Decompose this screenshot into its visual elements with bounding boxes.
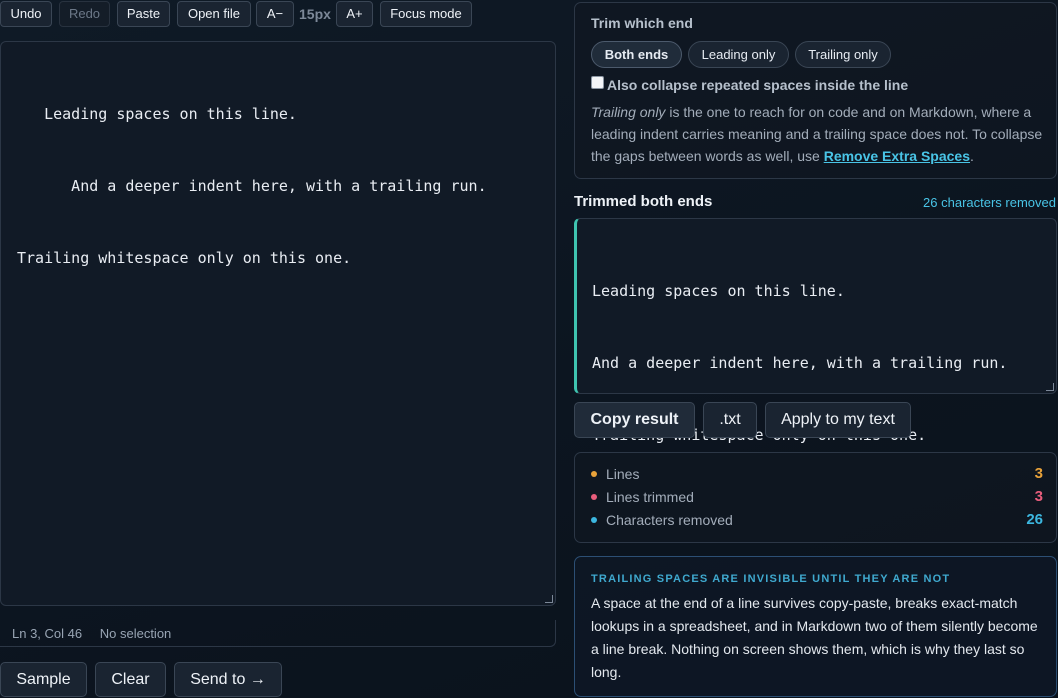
tip-body: A space at the end of a line survives co… (591, 595, 1038, 680)
resize-grip-icon[interactable] (1046, 383, 1054, 391)
text-editor[interactable]: Leading spaces on this line. And a deepe… (0, 41, 556, 606)
mode-both-ends-button[interactable]: Both ends (591, 41, 682, 68)
stat-value: 3 (1034, 488, 1043, 505)
result-title: Trimmed both ends (574, 193, 713, 210)
resize-grip-icon[interactable] (545, 595, 553, 603)
download-txt-button[interactable]: .txt (703, 402, 757, 438)
cursor-position: Ln 3, Col 46 (12, 626, 83, 641)
result-output[interactable]: Leading spaces on this line. And a deepe… (574, 218, 1057, 444)
stat-dot-icon (591, 517, 597, 523)
trim-options-description: Trailing only is the one to reach for on… (591, 101, 1051, 167)
description-end: . (970, 148, 974, 164)
collapse-spaces-label[interactable]: Also collapse repeated spaces inside the… (607, 77, 908, 93)
paste-button[interactable]: Paste (117, 1, 170, 27)
font-increase-button[interactable]: A+ (336, 1, 373, 27)
trailing-only-emphasis: Trailing only (591, 104, 666, 120)
result-line: And a deeper indent here, with a trailin… (592, 354, 1008, 372)
sample-button[interactable]: Sample (0, 662, 87, 697)
editor-line: Leading spaces on this line. (17, 105, 297, 123)
editor-line: And a deeper indent here, with a trailin… (17, 177, 514, 195)
selection-status: No selection (99, 626, 172, 641)
stat-value: 3 (1034, 465, 1043, 482)
trim-options-title: Trim which end (591, 15, 693, 31)
stats-panel: Lines 3 Lines trimmed 3 Characters remov… (574, 452, 1057, 543)
editor-status-bar: Ln 3, Col 46 No selection (0, 620, 556, 647)
characters-removed-badge: 26 characters removed (923, 195, 1056, 210)
redo-button[interactable]: Redo (59, 1, 110, 27)
open-file-button[interactable]: Open file (177, 1, 251, 27)
stat-value: 26 (1026, 511, 1043, 528)
focus-mode-button[interactable]: Focus mode (380, 1, 472, 27)
stat-row-lines-trimmed: Lines trimmed 3 (591, 488, 1043, 508)
stat-label: Lines (606, 466, 640, 482)
stat-dot-icon (591, 494, 597, 500)
mode-leading-only-button[interactable]: Leading only (688, 41, 789, 68)
copy-result-button[interactable]: Copy result (574, 402, 695, 438)
font-decrease-button[interactable]: A− (256, 1, 294, 27)
undo-button[interactable]: Undo (0, 1, 52, 27)
collapse-spaces-checkbox[interactable] (591, 76, 604, 89)
tip-card: TRAILING SPACES ARE INVISIBLE UNTIL THEY… (574, 556, 1057, 697)
result-line: Leading spaces on this line. (592, 282, 845, 300)
stat-row-characters-removed: Characters removed 26 (591, 511, 1043, 531)
stat-label: Characters removed (606, 512, 733, 528)
font-size-readout: 15px (299, 6, 331, 22)
tip-title: TRAILING SPACES ARE INVISIBLE UNTIL THEY… (591, 573, 951, 585)
apply-to-text-button[interactable]: Apply to my text (765, 402, 911, 438)
clear-button[interactable]: Clear (95, 662, 166, 697)
remove-extra-spaces-link[interactable]: Remove Extra Spaces (824, 148, 970, 164)
editor-line: Trailing whitespace only on this one. (17, 249, 379, 267)
trim-options-panel: Trim which end Both ends Leading only Tr… (574, 2, 1057, 179)
stat-row-lines: Lines 3 (591, 465, 1043, 485)
stat-dot-icon (591, 471, 597, 477)
send-to-button[interactable]: Send to → (174, 662, 282, 697)
stat-label: Lines trimmed (606, 489, 694, 505)
mode-trailing-only-button[interactable]: Trailing only (795, 41, 891, 68)
